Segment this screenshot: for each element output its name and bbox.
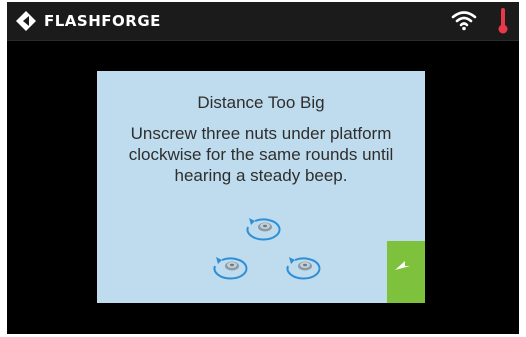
clockwise-nut-icon: [213, 256, 248, 280]
nut-illustration: [213, 217, 321, 280]
clockwise-nut-icon: [286, 256, 321, 280]
brand-logo: FLASHFORGE: [15, 10, 161, 32]
clockwise-nut-icon: [246, 217, 281, 241]
brand-name: FLASHFORGE: [44, 12, 161, 30]
printer-screen: FLASHFORGE Distance Too Big Unscrew thre…: [7, 2, 519, 334]
back-arrow-icon: [395, 261, 410, 270]
back-button[interactable]: [387, 241, 425, 303]
wifi-icon: [451, 11, 477, 31]
top-bar: FLASHFORGE: [7, 2, 519, 41]
flashforge-logo-icon: [16, 11, 36, 31]
calibration-dialog: Distance Too Big Unscrew three nuts unde…: [97, 71, 425, 303]
thermometer-icon: [498, 8, 508, 34]
